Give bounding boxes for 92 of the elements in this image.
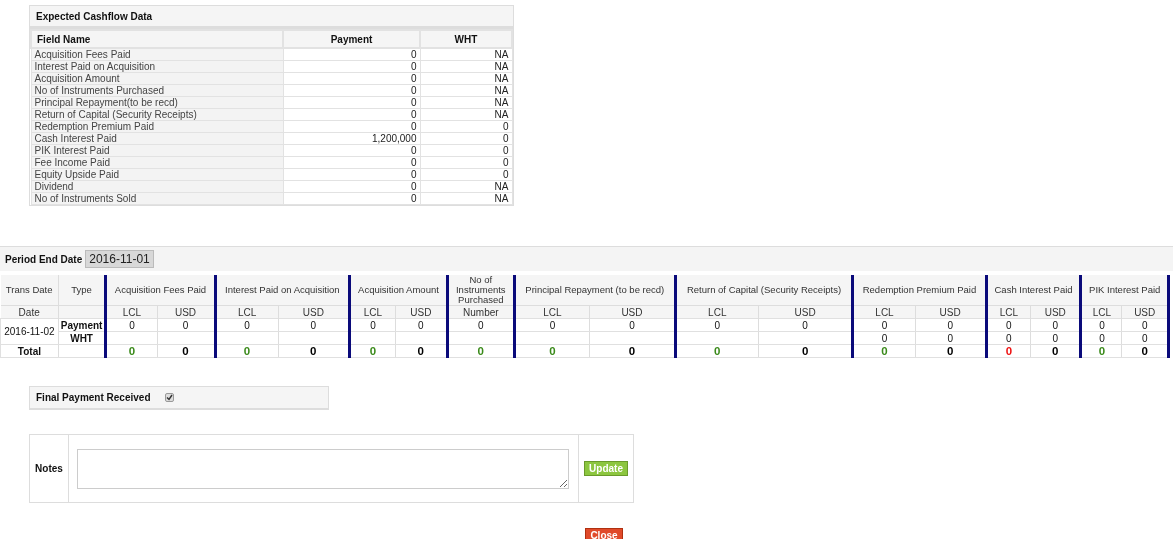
column-header: Cash Interest Paid [986,275,1081,306]
table-cell: 1,200,000 [283,132,420,145]
date-field[interactable]: 2016-11-01 [85,250,154,268]
table-cell: 0 [278,318,350,332]
table-cell: 0 [758,318,853,332]
table-cell: 0 [1121,318,1169,332]
table-cell: 0 [420,168,512,181]
close-button[interactable]: Close [585,528,623,539]
table-cell: 0 [283,168,420,181]
checkbox[interactable] [164,393,174,402]
table-cell: 0 [852,318,916,332]
table-cell: 0 [1030,331,1081,345]
total-value: 0 [417,344,424,357]
row-label: Total [0,344,59,358]
table-cell: 0 [1081,331,1122,345]
total-value: 0 [881,344,888,357]
notes-field[interactable] [77,448,569,489]
total-value: 0 [1141,344,1148,357]
column-header: WHT [420,30,512,48]
table-cell: 0 [215,318,279,332]
table-cell: 0 [283,48,420,61]
table-cell: 0 [1121,331,1169,345]
table-cell: NA [420,84,512,97]
table-cell: 0 [675,318,759,332]
table-cell: 0 [986,331,1031,345]
column-header: No of Instruments Purchased [447,275,515,306]
table-cell: 0 [1030,318,1081,332]
total-value: 0 [714,344,721,357]
table-cell: 0 [283,60,420,73]
field-label: Period End Date [5,253,83,265]
total-value: 0 [801,344,809,357]
table-cell: 0 [283,120,420,133]
total-value: 0 [628,344,636,357]
table-cell: 0 [852,331,916,345]
table-cell: 0 [589,318,676,332]
table-cell: 0 [283,144,420,157]
column-header: Type [58,275,106,306]
table-cell: 0 [1081,318,1122,332]
table-cell: 0 [283,96,420,109]
total-value: 0 [1098,344,1106,357]
table-cell: 0 [283,192,420,205]
total-value: 0 [1005,344,1013,357]
table-cell: NA [420,48,512,61]
table-cell: 0 [157,318,216,332]
column-header: Field Name [31,30,283,48]
table-cell: 0 [283,180,420,193]
table-cell: NA [420,96,512,109]
column-header: Redemption Premium Paid [852,275,987,306]
total-value: 0 [1052,344,1059,357]
table-cell: 0 [283,72,420,85]
table-cell: 0 [105,318,157,332]
table-cell: 0 [447,318,515,332]
row-label: Payment [58,318,106,332]
column-header: Principal Repayment (to be recd) [514,275,676,306]
table-cell: 0 [420,120,512,133]
table-cell: 0 [283,108,420,121]
column-header: Trans Date [0,275,59,306]
column-header: Return of Capital (Security Receipts) [675,275,853,306]
table-cell: 0 [283,156,420,169]
column-header: Acquisition Amount [349,275,448,306]
table-cell: NA [420,180,512,193]
table-cell: 0 [395,318,448,332]
table-cell: NA [420,192,512,205]
column-header: Acquisition Fees Paid [105,275,216,306]
table-cell: 0 [349,318,396,332]
table-cell: NA [420,60,512,73]
table-cell: 0 [915,331,987,345]
total-value: 0 [310,344,317,357]
table-cell: 0 [420,156,512,169]
column-header: Payment [283,30,420,48]
table-cell: 2016-11-02 [0,318,59,345]
update-button[interactable]: Update [584,461,628,476]
total-value: 0 [549,344,556,357]
total-value: 0 [946,344,954,357]
column-header: Interest Paid on Acquisition [215,275,350,306]
field-label: Notes [29,434,69,503]
total-value: 0 [243,344,251,357]
table-cell: 0 [420,132,512,145]
table-cell: 0 [986,318,1031,332]
total-value: 0 [477,344,484,357]
total-value: 0 [128,344,136,357]
table-cell: 0 [514,318,590,332]
table-cell: 0 [915,318,987,332]
column-header: PIK Interest Paid [1081,275,1169,306]
total-value: 0 [369,344,377,357]
table-cell: 0 [420,144,512,157]
table-cell: 0 [283,84,420,97]
checkbox-label: Final Payment Received [36,392,151,403]
table-cell: NA [420,72,512,85]
row-label: WHT [58,331,106,345]
total-value: 0 [182,344,189,357]
table-cell: NA [420,108,512,121]
